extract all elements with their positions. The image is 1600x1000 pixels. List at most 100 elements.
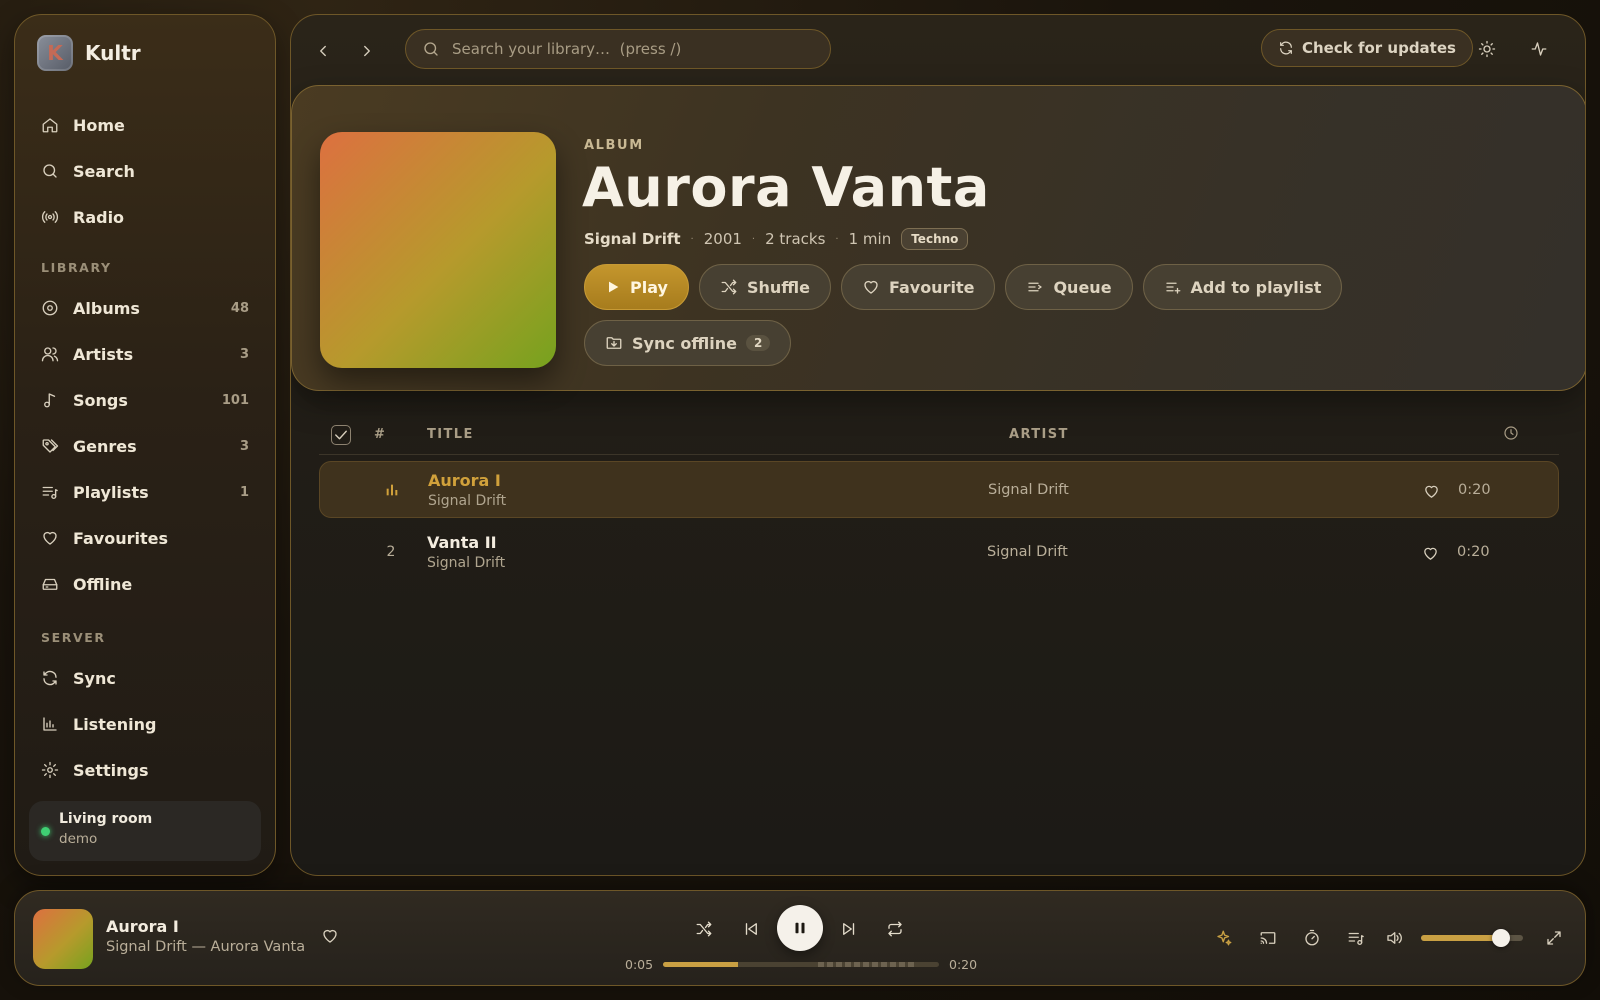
search-input[interactable] xyxy=(452,40,812,58)
folder-download-icon xyxy=(606,337,622,349)
sidebar-item-home[interactable]: Home xyxy=(29,102,261,148)
activity-icon xyxy=(1531,42,1547,56)
device-card[interactable]: Living room demo xyxy=(29,801,261,861)
sidebar-item-settings[interactable]: Settings xyxy=(29,747,261,793)
queue-label: Queue xyxy=(1053,277,1112,297)
now-playing-subtitle[interactable]: Signal Drift — Aurora Vanta xyxy=(106,939,305,955)
column-header-duration[interactable] xyxy=(1503,425,1519,441)
now-playing-title[interactable]: Aurora I xyxy=(106,917,179,936)
track-artist[interactable]: Signal Drift xyxy=(988,482,1069,498)
sidebar-item-favourites[interactable]: Favourites xyxy=(29,515,261,561)
heart-icon xyxy=(323,929,337,943)
check-updates-button[interactable]: Check for updates xyxy=(1261,29,1473,67)
album-cover[interactable] xyxy=(320,132,556,368)
track-title: Aurora I xyxy=(428,471,501,490)
volume-knob[interactable] xyxy=(1491,929,1510,947)
sidebar-item-sync[interactable]: Sync xyxy=(29,655,261,701)
search-bar xyxy=(405,29,831,69)
play-icon xyxy=(609,281,619,293)
play-label: Play xyxy=(630,277,668,297)
sidebar-item-playlists[interactable]: Playlists 1 xyxy=(29,469,261,515)
sidebar-item-search[interactable]: Search xyxy=(29,148,261,194)
column-header-title[interactable]: TITLE xyxy=(427,427,474,442)
pause-icon xyxy=(795,922,805,934)
previous-button[interactable] xyxy=(737,915,765,943)
sync-icon xyxy=(43,670,57,686)
users-icon xyxy=(41,347,59,362)
playlist-add-icon xyxy=(1165,282,1180,294)
volume-icon xyxy=(1387,932,1402,944)
track-subtitle[interactable]: Signal Drift xyxy=(427,555,505,571)
sidebar-item-label: Search xyxy=(73,161,135,181)
now-playing-indicator xyxy=(382,482,402,498)
timer-icon xyxy=(1305,929,1319,946)
skip-forward-icon xyxy=(843,923,855,935)
device-status-dot xyxy=(41,827,50,836)
topbar: Check for updates xyxy=(291,15,1585,85)
expand-icon xyxy=(1547,931,1561,945)
table-row[interactable]: Aurora I Signal Drift Signal Drift 0:20 xyxy=(319,461,1559,518)
sidebar-item-count: 3 xyxy=(239,438,249,454)
chevron-left-icon xyxy=(320,45,326,57)
fullscreen-button[interactable] xyxy=(1541,925,1567,951)
sidebar-item-artists[interactable]: Artists 3 xyxy=(29,331,261,377)
total-time: 0:20 xyxy=(949,957,978,972)
sleep-timer-button[interactable] xyxy=(1299,925,1325,951)
autoplay-button[interactable] xyxy=(1211,925,1237,951)
activity-button[interactable] xyxy=(1527,37,1551,61)
brand[interactable]: K Kultr xyxy=(37,35,141,71)
album-artist-link[interactable]: Signal Drift xyxy=(584,230,681,248)
sidebar-item-albums[interactable]: Albums 48 xyxy=(29,285,261,331)
sidebar-item-offline[interactable]: Offline xyxy=(29,561,261,607)
music-note-icon xyxy=(44,393,56,408)
theme-toggle-button[interactable] xyxy=(1475,37,1499,61)
sync-offline-button[interactable]: Sync offline 2 xyxy=(584,320,792,366)
track-favourite-button[interactable] xyxy=(1423,483,1440,500)
play-pause-button[interactable] xyxy=(777,905,823,951)
repeat-icon xyxy=(888,921,902,937)
sidebar-item-genres[interactable]: Genres 3 xyxy=(29,423,261,469)
next-button[interactable] xyxy=(835,915,863,943)
sidebar: K Kultr Home Search Radio LIBRARY Albums… xyxy=(14,14,276,876)
back-button[interactable] xyxy=(309,37,337,65)
add-to-playlist-button[interactable]: Add to playlist xyxy=(1142,264,1343,310)
queue-panel-button[interactable] xyxy=(1343,925,1369,951)
sidebar-item-radio[interactable]: Radio xyxy=(29,194,261,240)
table-row[interactable]: 2 Vanta II Signal Drift Signal Drift 0:2… xyxy=(319,524,1559,581)
volume-slider[interactable] xyxy=(1421,929,1523,947)
column-header-artist[interactable]: ARTIST xyxy=(1009,427,1069,442)
track-artist[interactable]: Signal Drift xyxy=(987,544,1068,560)
repeat-button[interactable] xyxy=(881,915,909,943)
sidebar-item-songs[interactable]: Songs 101 xyxy=(29,377,261,423)
shuffle-button[interactable]: Shuffle xyxy=(698,264,831,310)
app-logo: K xyxy=(37,35,73,71)
favourite-button[interactable]: Favourite xyxy=(840,264,996,310)
server-section: SERVER Sync Listening Settings xyxy=(29,623,261,793)
buffered-indicator xyxy=(817,962,917,967)
sidebar-item-label: Artists xyxy=(73,344,134,364)
sidebar-item-listening[interactable]: Listening xyxy=(29,701,261,747)
radio-icon xyxy=(41,211,59,223)
now-playing-cover[interactable] xyxy=(33,909,93,969)
album-track-count: 2 tracks xyxy=(765,230,826,248)
forward-button[interactable] xyxy=(353,37,381,65)
library-section-title: LIBRARY xyxy=(41,259,112,275)
queue-music-icon xyxy=(1348,932,1364,946)
progress-bar[interactable] xyxy=(663,962,939,967)
now-playing-favourite-button[interactable] xyxy=(321,927,339,945)
play-button[interactable]: Play xyxy=(584,264,689,310)
sidebar-item-count: 101 xyxy=(221,392,249,408)
track-favourite-button[interactable] xyxy=(1422,545,1439,562)
mute-button[interactable] xyxy=(1381,925,1407,951)
device-name: Living room xyxy=(59,811,153,827)
playlist-icon xyxy=(42,486,58,500)
genre-badge[interactable]: Techno xyxy=(901,228,969,250)
sidebar-item-label: Albums xyxy=(73,298,140,318)
queue-button[interactable]: Queue xyxy=(1005,264,1133,310)
elapsed-time: 0:05 xyxy=(625,957,654,972)
heart-icon xyxy=(1424,547,1437,560)
select-all-checkbox[interactable] xyxy=(331,425,351,445)
track-subtitle[interactable]: Signal Drift xyxy=(428,493,506,509)
cast-button[interactable] xyxy=(1255,925,1281,951)
player-shuffle-button[interactable] xyxy=(690,915,718,943)
